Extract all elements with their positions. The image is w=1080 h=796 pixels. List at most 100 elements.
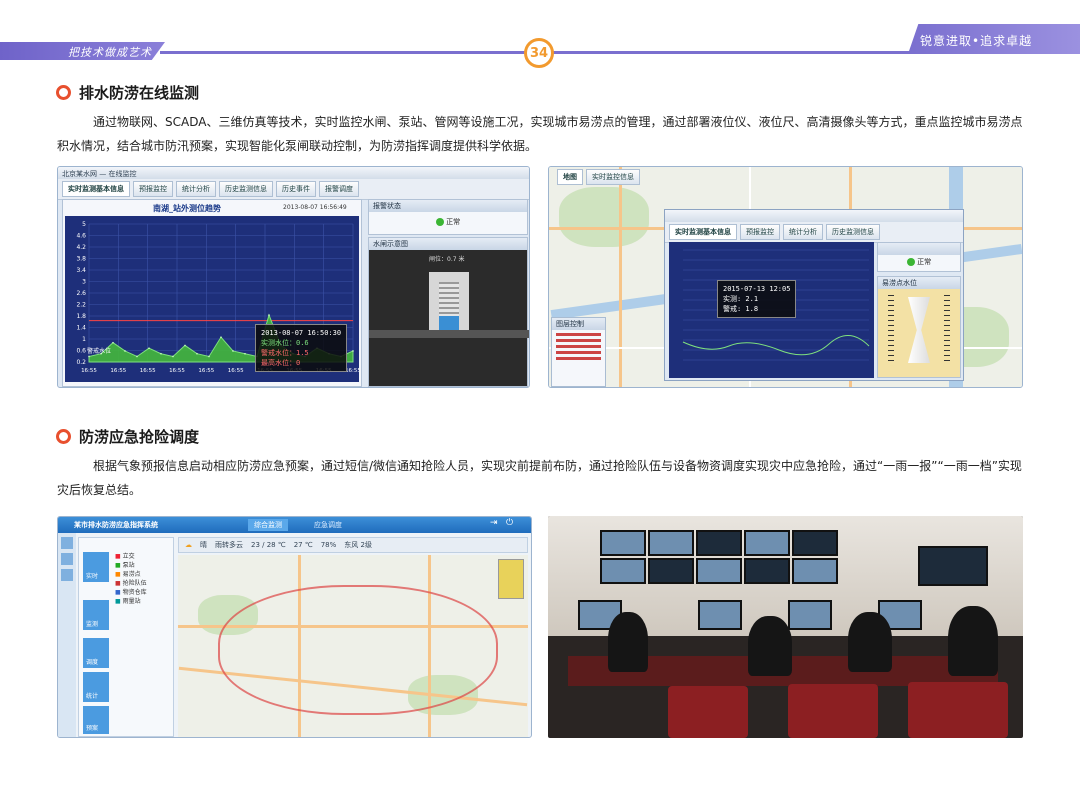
legend-item: ■ 泵站 [115, 562, 135, 569]
logout-icon[interactable]: ⏻ [506, 518, 513, 528]
weather-value: 78% [320, 541, 337, 549]
y-tick-label: 4.2 [76, 244, 86, 251]
x-tick-label: 16:55 [169, 368, 185, 374]
popup-tooltip-line: 实测: 2.1 [723, 295, 759, 303]
nav-button-realtime[interactable]: 实时 [83, 552, 109, 582]
rail-item-icon[interactable] [61, 569, 73, 581]
header-left-slogan: 把技术做成艺术 [68, 46, 152, 59]
legend-item: ■ 立交 [115, 553, 135, 560]
tab-map[interactable]: 地图 [557, 169, 583, 185]
left-rail [58, 533, 76, 737]
nav-button-statistics[interactable]: 统计 [83, 672, 109, 702]
weather-value: 23 / 28 ℃ [251, 541, 286, 549]
ring-bullet-icon [56, 85, 71, 100]
gauge-hourglass-icon [908, 297, 930, 363]
gauge-scale-left [888, 295, 894, 365]
tooltip-line: 警戒水位：1.5 [261, 349, 309, 357]
warning-line-label: 警戒水位 [87, 348, 112, 355]
y-tick-label: 0.2 [76, 359, 86, 366]
section1-paragraph: 通过物联网、SCADA、三维仿真等技术，实时监控水闸、泵站、管网等设施工况，实现… [57, 115, 1023, 153]
x-tick-label: 16:55 [140, 368, 156, 374]
section2-paragraph: 根据气象预报信息启动相应防涝应急预案，通过短信/微信通知抢险人员，实现灾前提前布… [57, 459, 1022, 497]
alarm-status-panel: 报警状态 正常 [368, 199, 528, 235]
popup-window: 实时监测基本信息 预报监控 统计分析 历史监测信息 2015-07-13 12:… [664, 209, 964, 381]
dispatch-map[interactable] [178, 555, 528, 737]
weather-bar: ☁ 晴 雨转多云 23 / 28 ℃ 27 ℃ 78% 东风 2级 [178, 537, 528, 553]
gate-diagram-panel: 水闸示意图 闸位：0.7 米 [368, 237, 529, 387]
y-tick-label: 4.6 [76, 233, 86, 240]
tooltip-line: 最高水位：0 [261, 359, 301, 367]
popup-tab-bar: 实时监测基本信息 预报监控 统计分析 历史监测信息 [665, 222, 963, 243]
tab-monitor[interactable]: 综合监测 [248, 519, 288, 531]
tab-bar: 实时监测基本信息 预报监控 统计分析 历史监测信息 历史事件 报警调度 [58, 179, 529, 200]
trend-line [682, 335, 870, 356]
tab-realtime-info[interactable]: 实时监控信息 [586, 169, 640, 185]
data-point [208, 355, 210, 358]
data-point [88, 355, 90, 358]
rail-item-icon[interactable] [61, 553, 73, 565]
data-point [196, 352, 198, 355]
layer-control-title: 图层控制 [552, 318, 605, 330]
alarm-status-title: 报警状态 [369, 200, 527, 212]
data-point [172, 355, 174, 358]
tab-realtime[interactable]: 实时监测基本信息 [62, 181, 130, 197]
data-point [184, 344, 186, 347]
gate-base [369, 330, 529, 338]
tab-alarm-dispatch[interactable]: 报警调度 [319, 181, 359, 197]
nav-label: 监测 [86, 621, 99, 628]
nav-button-monitor[interactable]: 监测 [83, 600, 109, 630]
gate-level-label: 闸位：0.7 米 [429, 256, 465, 263]
y-tick-label: 3 [82, 279, 86, 286]
tab-forecast[interactable]: 预报监控 [133, 181, 173, 197]
data-point [148, 347, 150, 349]
nav-button-plan[interactable]: 预案 [83, 706, 109, 734]
weather-value: 东风 2级 [344, 541, 372, 549]
popup-status-text: 正常 [917, 258, 932, 266]
y-tick-label: 3.8 [76, 256, 86, 263]
legend-item: ■ 物资仓库 [115, 589, 147, 596]
map-legend: ■ 立交 ■ 泵站 ■ 易涝点 ■ 抢险队伍 ■ 物资仓库 ■ 雨量站 [115, 552, 147, 606]
alarm-status-text: 正常 [446, 218, 461, 226]
legend-item: ■ 抢险队伍 [115, 580, 147, 587]
x-tick-label: 16:55 [81, 368, 97, 374]
rail-item-icon[interactable] [61, 537, 73, 549]
x-tick-label: 16:55 [228, 368, 244, 374]
section2-title: 防涝应急抢险调度 [79, 428, 200, 446]
weather-widget-icon[interactable] [498, 559, 524, 599]
page-number: 34 [524, 38, 554, 68]
tab-history-monitor[interactable]: 历史监测信息 [219, 181, 273, 197]
tab-statistics[interactable]: 统计分析 [783, 224, 823, 240]
tab-realtime[interactable]: 实时监测基本信息 [669, 224, 737, 240]
chart-time: 2013-08-07 16:56:49 [283, 204, 347, 211]
tab-history-events[interactable]: 历史事件 [276, 181, 316, 197]
nav-button-dispatch[interactable]: 调度 [83, 638, 109, 668]
legend-item: ■ 雨量站 [115, 598, 141, 605]
tab-history-monitor[interactable]: 历史监测信息 [826, 224, 880, 240]
tab-dispatch[interactable]: 应急调度 [308, 519, 348, 531]
nav-label: 调度 [86, 659, 99, 666]
status-ok-icon [435, 218, 444, 226]
window-title: 北京某水网 — 在线监控 [58, 167, 529, 179]
data-point [232, 350, 234, 352]
exit-icon[interactable]: ⇥ [490, 518, 498, 528]
y-tick-label: 2.6 [76, 290, 86, 297]
tab-statistics[interactable]: 统计分析 [176, 181, 216, 197]
chart-tooltip: 2013-08-07 16:50:30 实测水位：0.6 警戒水位：1.5 最高… [255, 324, 348, 372]
gauge-panel: 易涝点水位 [877, 276, 961, 378]
y-tick-label: 2.2 [76, 302, 86, 309]
emergency-dispatch-screenshot: 某市排水防涝应急指挥系统 综合监测 应急调度 ⏻ ⇥ 实时 监测 调度 统计 预… [57, 516, 532, 738]
left-control-panel: 实时 监测 调度 统计 预案 ■ 立交 ■ 泵站 ■ 易涝点 ■ 抢险队伍 ■ … [78, 537, 174, 737]
layer-control-panel: 图层控制 [551, 317, 606, 387]
gate-diagram-title: 水闸示意图 [369, 238, 527, 250]
data-point [124, 350, 126, 352]
control-room-photo [548, 516, 1023, 738]
monitoring-screenshot: 北京某水网 — 在线监控 实时监测基本信息 预报监控 统计分析 历史监测信息 历… [57, 166, 530, 388]
popup-status-head [878, 243, 960, 255]
x-tick-label: 16:55 [110, 368, 126, 374]
nav-label: 预案 [86, 725, 99, 732]
gauge-title: 易涝点水位 [878, 277, 960, 289]
section2-heading: 防涝应急抢险调度 [56, 426, 199, 447]
tab-forecast[interactable]: 预报监控 [740, 224, 780, 240]
popup-tooltip-line: 2015-07-13 12:05 [723, 285, 791, 293]
x-tick-label: 16:55 [198, 368, 214, 374]
